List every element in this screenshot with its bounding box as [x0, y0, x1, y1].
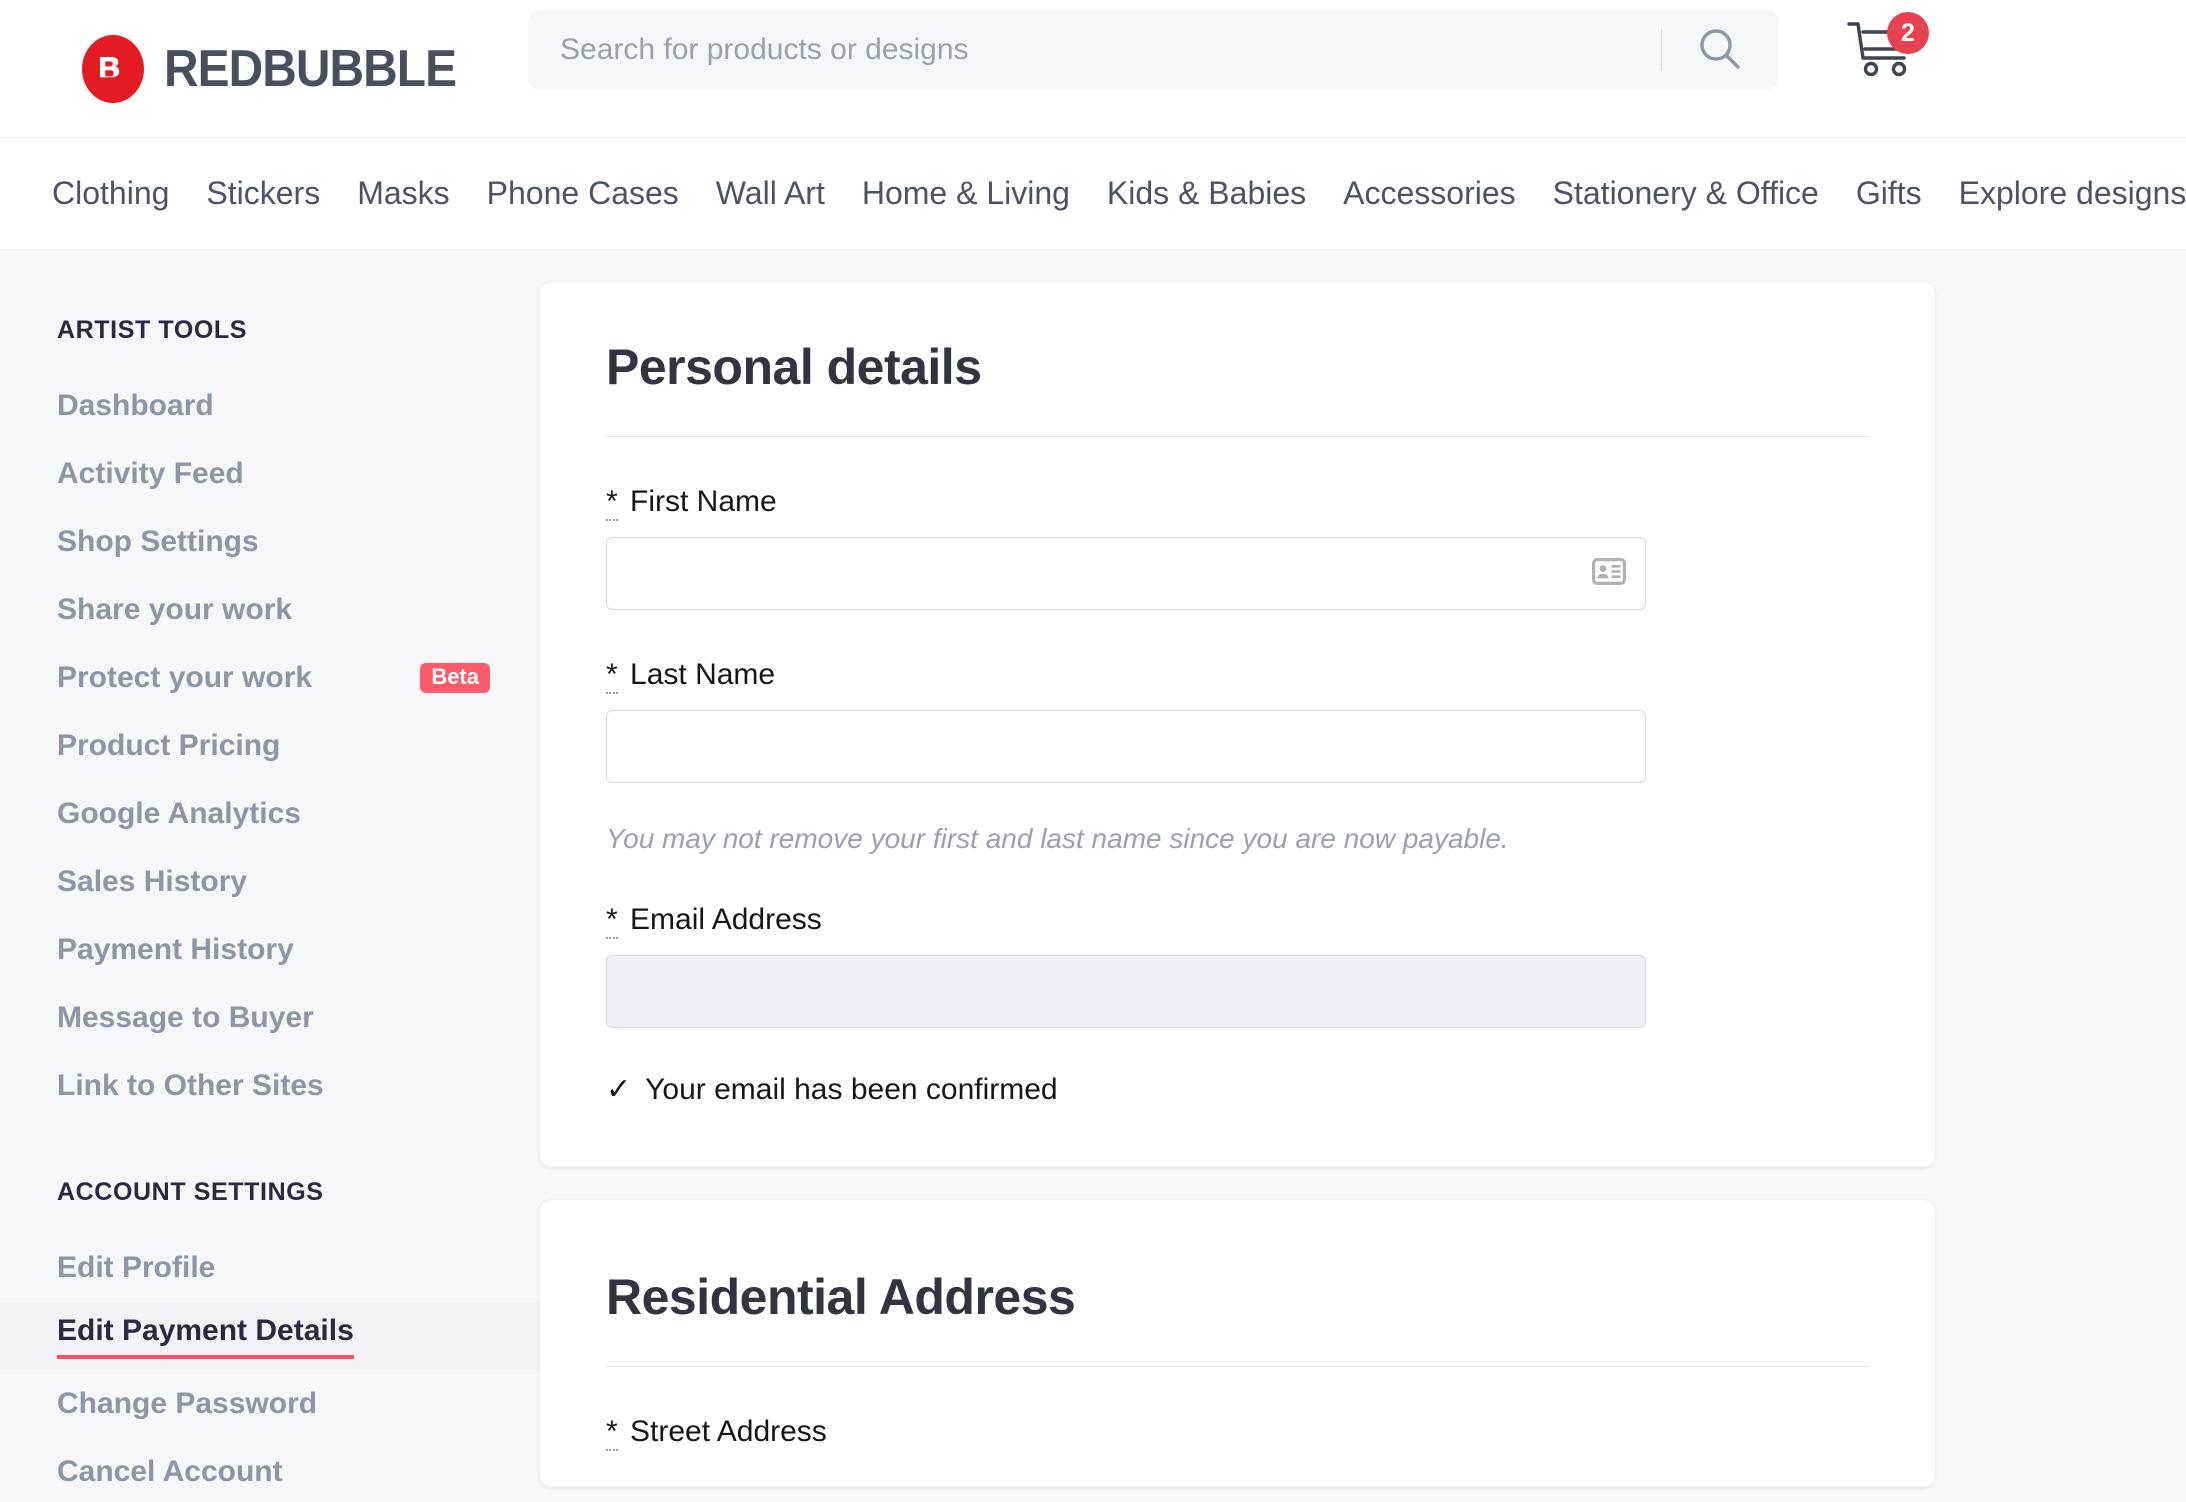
search-icon [1694, 23, 1746, 78]
shopping-cart-icon [1845, 22, 1921, 88]
redbubble-logo-icon [82, 34, 144, 103]
sidebar-item-edit-payment-details[interactable]: Edit Payment Details [0, 1302, 540, 1370]
email-confirmed-text: Your email has been confirmed [645, 1072, 1058, 1106]
nav-item-gifts[interactable]: Gifts [1856, 175, 1922, 212]
sidebar-item-edit-profile[interactable]: Edit Profile [0, 1234, 540, 1302]
residential-address-title: Residential Address [606, 1269, 1076, 1325]
first-name-label: * First Name [606, 485, 1869, 521]
brand-wordmark: REDBUBBLE [164, 39, 457, 98]
email-input [606, 955, 1646, 1028]
last-name-input[interactable] [606, 710, 1646, 783]
sidebar-item-change-password[interactable]: Change Password [0, 1370, 540, 1438]
sidebar-item-label: Product Pricing [57, 729, 281, 762]
sidebar-item-label: Payment History [57, 933, 294, 966]
page-body: ARTIST TOOLS Dashboard Activity Feed Sho… [0, 250, 2186, 1501]
last-name-label-text: Last Name [630, 658, 776, 691]
check-icon: ✓ [606, 1073, 632, 1106]
nav-item-stationery-office[interactable]: Stationery & Office [1553, 175, 1819, 212]
search-input[interactable] [528, 10, 1661, 90]
nav-item-explore-designs[interactable]: Explore designs [1959, 175, 2186, 212]
sidebar-item-shop-settings[interactable]: Shop Settings [0, 508, 540, 576]
sidebar-item-link-to-other-sites[interactable]: Link to Other Sites [0, 1052, 540, 1120]
settings-sidebar: ARTIST TOOLS Dashboard Activity Feed Sho… [0, 250, 540, 1502]
sidebar-item-protect-your-work[interactable]: Protect your work Beta [0, 644, 540, 712]
sidebar-item-label: Activity Feed [57, 457, 244, 490]
search-bar[interactable] [528, 10, 1778, 90]
sidebar-item-label: Edit Payment Details [57, 1314, 354, 1359]
sidebar-item-product-pricing[interactable]: Product Pricing [0, 712, 540, 780]
personal-details-title: Personal details [606, 339, 982, 395]
sidebar-item-label: Change Password [57, 1387, 318, 1420]
sidebar-item-label: Shop Settings [57, 525, 259, 558]
nav-item-clothing[interactable]: Clothing [52, 175, 169, 212]
section-divider [606, 436, 1869, 437]
sidebar-item-label: Protect your work [57, 661, 313, 694]
personal-details-card: Personal details * First Name * Last Nam… [540, 282, 1935, 1167]
sidebar-item-activity-feed[interactable]: Activity Feed [0, 440, 540, 508]
sidebar-heading-artist-tools: ARTIST TOOLS [57, 316, 248, 344]
category-nav: Clothing Stickers Masks Phone Cases Wall… [0, 138, 2186, 250]
street-address-field-group: * Street Address [606, 1415, 1869, 1451]
main-content: Personal details * First Name * Last Nam… [540, 250, 2186, 1487]
required-marker: * [606, 658, 618, 694]
beta-badge: Beta [420, 663, 490, 693]
sidebar-item-payment-history[interactable]: Payment History [0, 916, 540, 984]
last-name-field-group: * Last Name [606, 658, 1869, 783]
nav-item-kids-babies[interactable]: Kids & Babies [1107, 175, 1306, 212]
residential-address-card: Residential Address * Street Address [540, 1200, 1935, 1487]
sidebar-item-label: Link to Other Sites [57, 1069, 324, 1102]
email-label: * Email Address [606, 903, 1869, 939]
nav-item-masks[interactable]: Masks [357, 175, 449, 212]
sidebar-item-label: Sales History [57, 865, 248, 898]
sidebar-item-google-analytics[interactable]: Google Analytics [0, 780, 540, 848]
nav-item-stickers[interactable]: Stickers [206, 175, 320, 212]
street-address-label: * Street Address [606, 1415, 1869, 1451]
first-name-input-holder [606, 537, 1646, 610]
sidebar-item-message-to-buyer[interactable]: Message to Buyer [0, 984, 540, 1052]
redbubble-logo[interactable]: REDBUBBLE [82, 34, 481, 103]
sidebar-item-label: Edit Profile [57, 1251, 216, 1284]
required-marker: * [606, 903, 618, 939]
first-name-field-group: * First Name [606, 485, 1869, 610]
email-field-group: * Email Address [606, 903, 1869, 1028]
cart-button[interactable]: 2 [1845, 12, 1929, 88]
sidebar-item-share-your-work[interactable]: Share your work [0, 576, 540, 644]
nav-item-phone-cases[interactable]: Phone Cases [487, 175, 679, 212]
sidebar-item-label: Message to Buyer [57, 1001, 314, 1034]
sidebar-item-cancel-account[interactable]: Cancel Account [0, 1438, 540, 1502]
required-marker: * [606, 1415, 618, 1451]
sidebar-item-label: Dashboard [57, 389, 214, 422]
email-label-text: Email Address [630, 903, 822, 936]
sidebar-heading-account-settings: ACCOUNT SETTINGS [57, 1178, 324, 1206]
cart-count-badge: 2 [1887, 12, 1929, 54]
last-name-label: * Last Name [606, 658, 1869, 694]
name-helper-text: You may not remove your first and last n… [606, 823, 1509, 854]
section-divider [606, 1366, 1869, 1367]
first-name-label-text: First Name [630, 485, 777, 518]
sidebar-item-label: Google Analytics [57, 797, 301, 830]
nav-item-accessories[interactable]: Accessories [1343, 175, 1516, 212]
sidebar-item-label: Share your work [57, 593, 293, 626]
street-address-label-text: Street Address [630, 1415, 827, 1448]
email-confirmed-status: ✓ Your email has been confirmed [606, 1072, 1869, 1107]
sidebar-item-dashboard[interactable]: Dashboard [0, 372, 540, 440]
first-name-input[interactable] [606, 537, 1646, 610]
sidebar-item-label: Cancel Account [57, 1455, 283, 1488]
search-button[interactable] [1662, 10, 1778, 90]
site-header: REDBUBBLE 2 [0, 0, 2186, 138]
nav-item-home-living[interactable]: Home & Living [862, 175, 1070, 212]
sidebar-item-sales-history[interactable]: Sales History [0, 848, 540, 916]
nav-item-wall-art[interactable]: Wall Art [716, 175, 825, 212]
required-marker: * [606, 485, 618, 521]
